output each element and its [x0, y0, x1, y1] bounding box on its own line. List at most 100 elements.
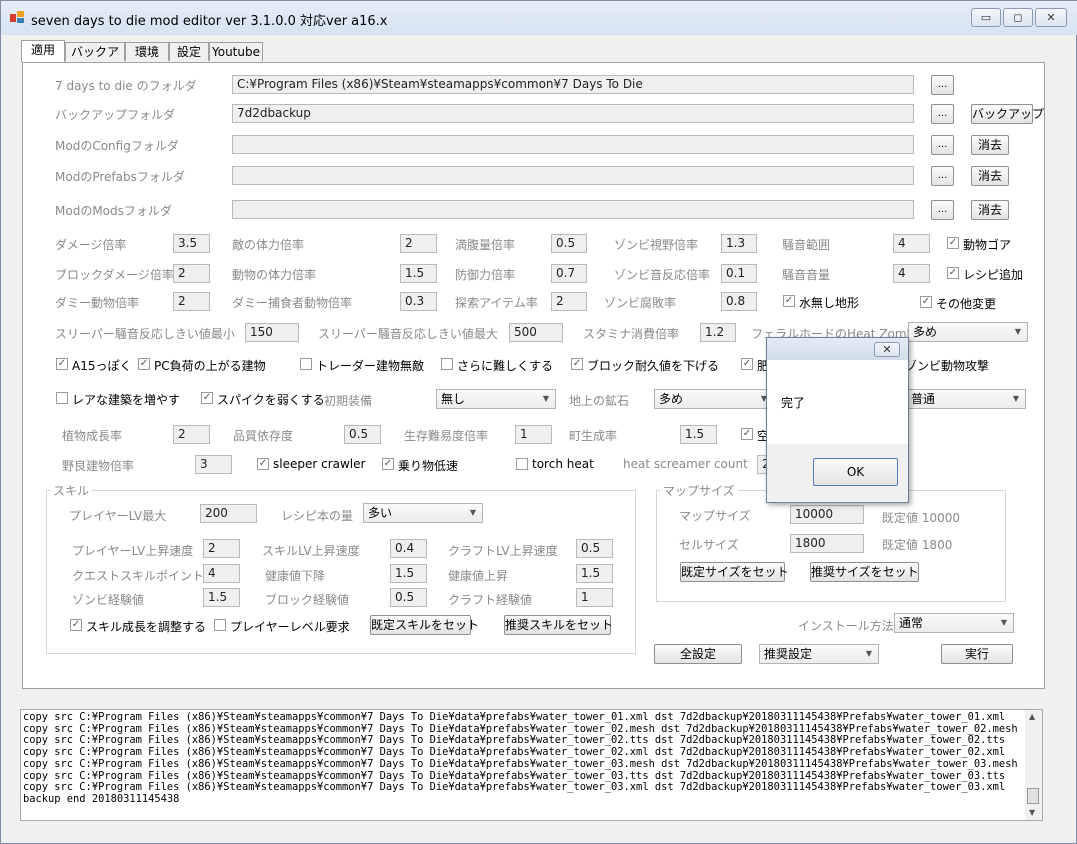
block-damage-field[interactable]: 2 — [173, 264, 210, 283]
preset-dropdown[interactable]: 推奨設定 ▼ — [759, 644, 879, 664]
rare-build-checkbox[interactable] — [56, 392, 68, 404]
dummy-animal-field[interactable]: 2 — [173, 292, 210, 311]
browse-config-folder-button[interactable]: ... — [931, 135, 954, 155]
browse-mods-folder-button[interactable]: ... — [931, 200, 954, 220]
tab-apply[interactable]: 適用 — [21, 40, 65, 62]
extra-dropdown[interactable]: 普通 ▼ — [906, 389, 1026, 409]
close-window-button[interactable]: ✕ — [1035, 8, 1067, 27]
animal-hp-field[interactable]: 1.5 — [400, 264, 437, 283]
maximize-button[interactable]: ◻ — [1003, 8, 1033, 27]
skill-lv-speed-field[interactable]: 0.4 — [390, 539, 427, 558]
block-durability-checkbox[interactable]: ✓ — [571, 358, 583, 370]
chevron-down-icon: ▼ — [542, 394, 549, 403]
ground-ore-dropdown[interactable]: 多め ▼ — [654, 389, 774, 409]
clear-config-button[interactable]: 消去 — [971, 135, 1009, 155]
tab-environment[interactable]: 環境 — [125, 42, 169, 61]
backup-button[interactable]: バックアップ — [971, 104, 1044, 124]
tab-youtube[interactable]: Youtube — [209, 42, 263, 61]
enemy-hp-field[interactable]: 2 — [400, 234, 437, 253]
default-size-button[interactable]: 既定サイズをセット — [680, 562, 789, 582]
adjust-skill-checkbox[interactable]: ✓ — [70, 619, 82, 631]
plant-growth-field[interactable]: 2 — [173, 425, 210, 444]
player-lv-speed-field[interactable]: 2 — [203, 539, 240, 558]
craft-xp-field[interactable]: 1 — [576, 588, 613, 607]
cell-size-field[interactable]: 1800 — [790, 534, 864, 553]
vehicle-slow-checkbox[interactable]: ✓ — [382, 458, 394, 470]
dialog-close-button[interactable]: ✕ — [874, 342, 900, 357]
scroll-up-icon[interactable]: ▲ — [1029, 712, 1035, 721]
app-icon — [10, 11, 24, 23]
initial-equip-dropdown[interactable]: 無し ▼ — [436, 389, 556, 409]
sleeper-crawler-checkbox[interactable]: ✓ — [257, 458, 269, 470]
recommended-skill-button[interactable]: 推奨スキルをセット — [504, 615, 613, 635]
install-method-dropdown[interactable]: 通常 ▼ — [894, 613, 1014, 633]
close-icon: ✕ — [882, 343, 892, 356]
fertile-checkbox[interactable]: ✓ — [741, 358, 753, 370]
other-changes-checkbox[interactable]: ✓ — [920, 296, 932, 308]
zombie-rot-field[interactable]: 0.8 — [721, 292, 757, 311]
health-down-field[interactable]: 1.5 — [390, 564, 427, 583]
tab-settings[interactable]: 設定 — [169, 42, 209, 61]
pc-load-checkbox[interactable]: ✓ — [138, 358, 150, 370]
noise-range-field[interactable]: 4 — [893, 234, 930, 253]
defense-rate-field[interactable]: 0.7 — [551, 264, 587, 283]
browse-backup-folder-button[interactable]: ... — [931, 104, 954, 124]
player-level-req-checkbox[interactable] — [214, 619, 226, 631]
hunger-rate-field[interactable]: 0.5 — [551, 234, 587, 253]
damage-rate-field[interactable]: 3.5 — [173, 234, 210, 253]
config-folder-field[interactable] — [232, 135, 914, 154]
spike-checkbox[interactable]: ✓ — [201, 392, 213, 404]
browse-prefabs-folder-button[interactable]: ... — [931, 166, 954, 186]
minimize-button[interactable]: ▭ — [971, 8, 1001, 27]
harder-checkbox[interactable] — [441, 358, 453, 370]
trader-invincible-checkbox[interactable] — [300, 358, 312, 370]
backup-folder-field[interactable]: 7d2dbackup — [232, 104, 914, 123]
recommended-size-button[interactable]: 推奨サイズをセット — [810, 562, 919, 582]
health-up-field[interactable]: 1.5 — [576, 564, 613, 583]
torch-heat-checkbox[interactable] — [516, 458, 528, 470]
sleeper-min-field[interactable]: 150 — [245, 323, 299, 342]
clear-prefabs-button[interactable]: 消去 — [971, 166, 1009, 186]
mods-folder-field[interactable] — [232, 200, 914, 219]
recipe-books-dropdown[interactable]: 多い ▼ — [363, 503, 483, 523]
noise-volume-field[interactable]: 4 — [893, 264, 930, 283]
sleeper-max-field[interactable]: 500 — [509, 323, 563, 342]
zombie-view-field[interactable]: 1.3 — [721, 234, 757, 253]
log-scrollbar[interactable]: ▲ ▼ — [1025, 710, 1042, 820]
map-size-field[interactable]: 10000 — [790, 505, 864, 524]
dummy-predator-field[interactable]: 0.3 — [400, 292, 437, 311]
recipe-add-label: レシピ追加 — [963, 268, 1024, 282]
town-gen-field[interactable]: 1.5 — [680, 425, 717, 444]
feral-heat-dropdown[interactable]: 多め ▼ — [908, 322, 1028, 342]
search-item-field[interactable]: 2 — [551, 292, 587, 311]
scroll-thumb[interactable] — [1027, 788, 1039, 804]
scroll-down-icon[interactable]: ▼ — [1029, 808, 1035, 817]
install-method-label: インストール方法 — [798, 619, 894, 633]
player-lv-max-field[interactable]: 200 — [200, 504, 257, 523]
a15-checkbox[interactable]: ✓ — [56, 358, 68, 370]
block-xp-label: ブロック経験値 — [265, 593, 350, 607]
prefabs-folder-field[interactable] — [232, 166, 914, 185]
stamina-field[interactable]: 1.2 — [700, 323, 736, 342]
tab-backup[interactable]: バックアップ — [65, 42, 125, 77]
waterless-checkbox[interactable]: ✓ — [783, 295, 795, 307]
animal-gore-checkbox[interactable]: ✓ — [947, 237, 959, 249]
sky-checkbox[interactable]: ✓ — [741, 428, 753, 440]
wild-building-field[interactable]: 3 — [195, 455, 232, 474]
zombie-xp-field[interactable]: 1.5 — [203, 588, 240, 607]
all-settings-button[interactable]: 全設定 — [654, 644, 742, 664]
craft-lv-speed-field[interactable]: 0.5 — [576, 539, 613, 558]
quest-points-field[interactable]: 4 — [203, 564, 240, 583]
run-button[interactable]: 実行 — [941, 644, 1013, 664]
clear-mods-button[interactable]: 消去 — [971, 200, 1009, 220]
quality-field[interactable]: 0.5 — [344, 425, 381, 444]
block-xp-field[interactable]: 0.5 — [390, 588, 427, 607]
default-skill-button[interactable]: 既定スキルをセット — [370, 615, 479, 635]
game-folder-field[interactable]: C:¥Program Files (x86)¥Steam¥steamapps¥c… — [232, 75, 914, 94]
recipe-add-checkbox[interactable]: ✓ — [947, 267, 959, 279]
log-output[interactable]: copy src C:¥Program Files (x86)¥Steam¥st… — [20, 709, 1043, 821]
browse-game-folder-button[interactable]: ... — [931, 75, 954, 95]
survival-field[interactable]: 1 — [515, 425, 552, 444]
zombie-sound-field[interactable]: 0.1 — [721, 264, 757, 283]
ok-button[interactable]: OK — [813, 458, 898, 486]
